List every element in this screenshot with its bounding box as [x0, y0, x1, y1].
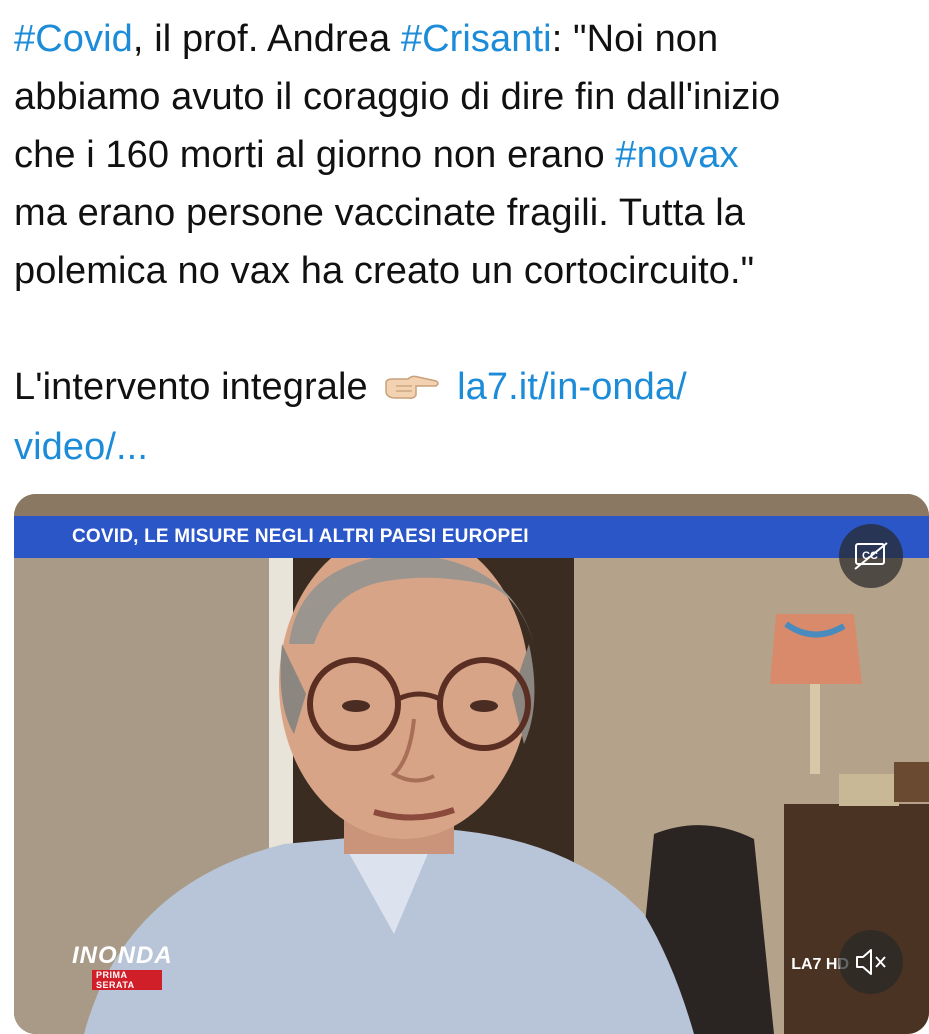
- tweet-line-4: ma erano persone vaccinate fragili. Tutt…: [14, 192, 746, 234]
- tweet-text-segment: che i 160 morti al giorno non erano: [14, 134, 616, 176]
- hashtag-novax[interactable]: #novax: [615, 134, 738, 176]
- closed-captions-icon: CC: [854, 542, 888, 570]
- mute-toggle-button[interactable]: [839, 930, 903, 994]
- tweet-line-2: abbiamo avuto il coraggio di dire fin da…: [14, 76, 781, 118]
- hashtag-crisanti[interactable]: #Crisanti: [401, 18, 552, 60]
- tweet-line-6: L'intervento integrale la7.it/in-onda/: [14, 358, 924, 418]
- video-caption-banner: COVID, LE MISURE NEGLI ALTRI PAESI EUROP…: [14, 516, 929, 558]
- show-logo: INONDA PRIMA SERATA: [72, 942, 173, 990]
- tweet-line-3: che i 160 morti al giorno non erano #nov…: [14, 126, 924, 184]
- article-link-continued[interactable]: video/...: [14, 426, 148, 468]
- tweet-line-5: polemica no vax ha creato un cortocircui…: [14, 250, 755, 292]
- volume-muted-icon: [856, 949, 886, 975]
- hashtag-covid[interactable]: #Covid: [14, 18, 133, 60]
- closed-captions-button[interactable]: CC: [839, 524, 903, 588]
- pointing-hand-icon: [382, 360, 440, 418]
- tweet-text: #Covid, il prof. Andrea #Crisanti: "Noi …: [14, 10, 924, 476]
- video-player[interactable]: COVID, LE MISURE NEGLI ALTRI PAESI EUROP…: [14, 494, 929, 1034]
- tweet-line-7: video/...: [14, 418, 924, 476]
- article-link[interactable]: la7.it/in-onda/: [457, 366, 687, 408]
- tweet-text-segment: : "Noi non: [551, 18, 719, 60]
- show-logo-text: INONDA: [72, 942, 173, 969]
- tweet-line-1: #Covid, il prof. Andrea #Crisanti: "Noi …: [14, 10, 924, 68]
- show-logo-subtitle: PRIMA SERATA: [92, 970, 162, 990]
- tweet-text-segment: , il prof. Andrea: [132, 18, 401, 60]
- banner-text: COVID, LE MISURE NEGLI ALTRI PAESI EUROP…: [72, 526, 529, 547]
- tweet-text-segment: L'intervento integrale: [14, 366, 368, 408]
